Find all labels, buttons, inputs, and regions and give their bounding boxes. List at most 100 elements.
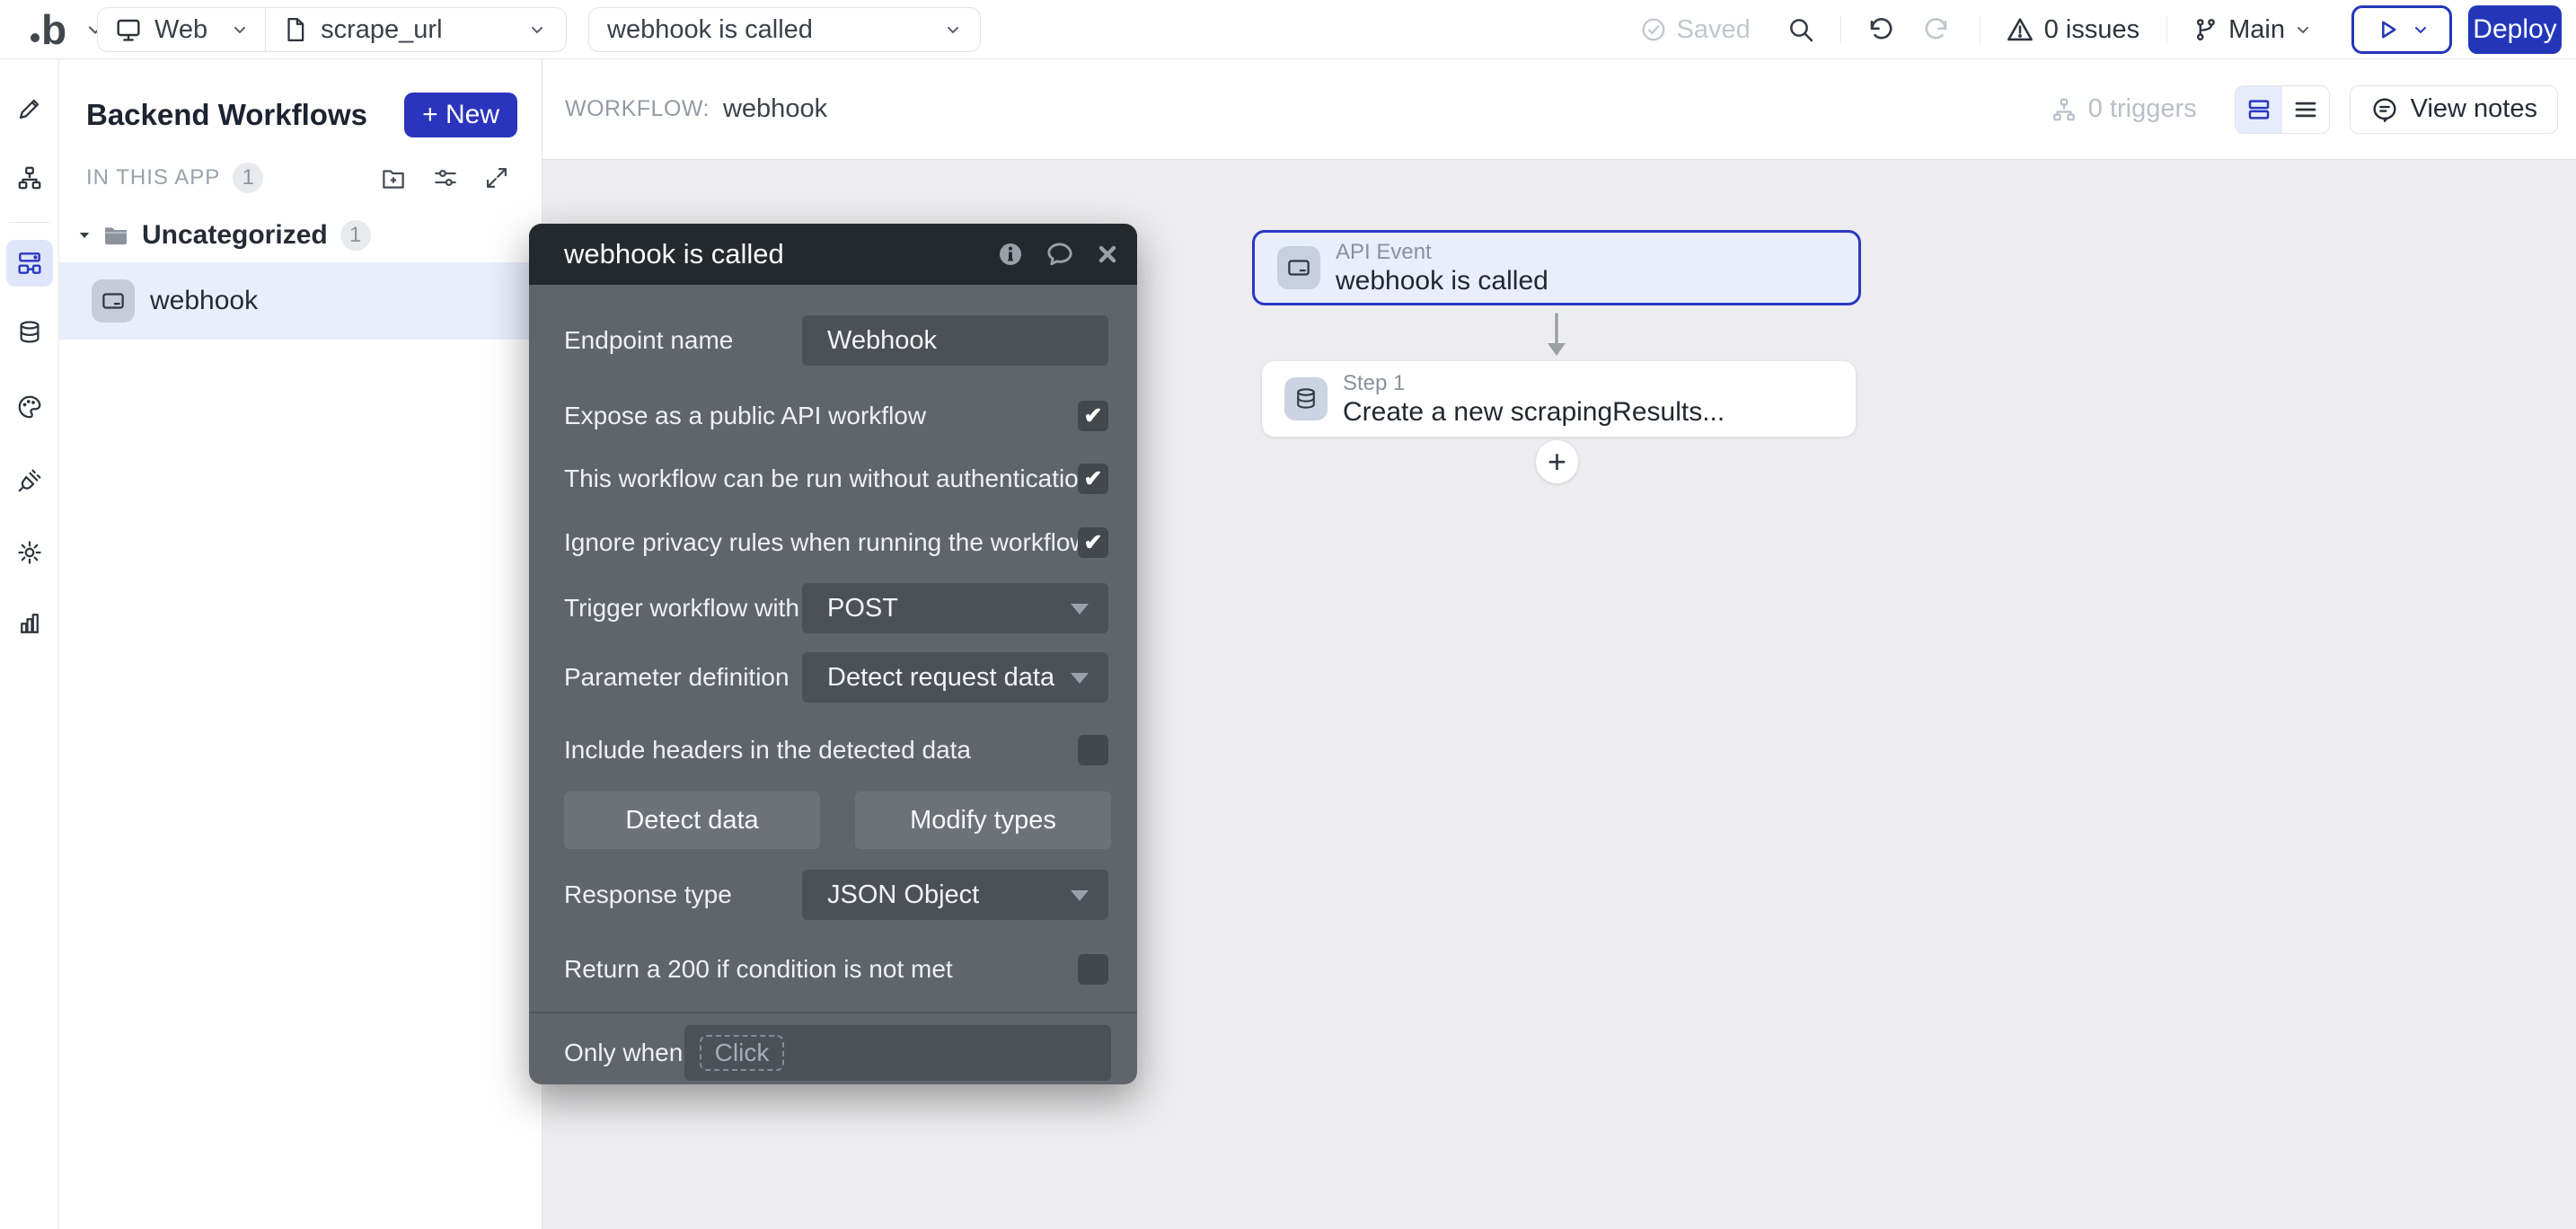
note-bubble-icon [2370,95,2399,124]
include-headers-row: Include headers in the detected data [564,735,1108,765]
response-type-row: Response type JSON Object [564,870,1108,920]
monitor-icon [114,15,143,44]
play-icon [2375,17,2400,42]
plug-icon [16,467,43,494]
issues-indicator[interactable]: 0 issues [2006,15,2139,45]
workflow-label: WORKFLOW: [565,96,710,122]
info-icon[interactable] [997,241,1024,268]
include-headers-checkbox[interactable] [1078,735,1108,765]
node-title: webhook is called [1336,265,1548,296]
no-auth-row: This workflow can be run without authent… [564,464,1108,494]
folder-row-uncategorized[interactable]: Uncategorized 1 [59,214,542,257]
modal-header[interactable]: webhook is called [529,224,1137,285]
chevron-down-icon [528,21,546,39]
save-status-label: Saved [1677,15,1751,45]
view-notes-label: View notes [2411,94,2537,124]
endpoint-name-input[interactable]: Webhook [802,315,1108,366]
panel-title: Backend Workflows [86,98,367,132]
add-step-button[interactable]: + [1536,440,1578,483]
workflow-list-item-webhook[interactable]: webhook [59,262,542,340]
only-when-input[interactable]: Click [684,1025,1111,1081]
view-mode-list[interactable] [2282,86,2329,133]
triggers-sitemap-icon [2051,96,2078,123]
folder-icon [101,221,130,250]
node-kind-label: API Event [1336,239,1548,265]
filter-sliders-icon[interactable] [432,164,459,191]
rail-plugins-tab[interactable] [6,457,53,504]
workflow-item-label: webhook [150,286,258,316]
view-mode-cards[interactable] [2236,86,2282,133]
bubble-logo[interactable]: b [31,9,66,50]
warning-triangle-icon [2006,15,2034,44]
page-file-icon [282,16,309,43]
rail-design-tab[interactable] [6,85,53,132]
database-icon [16,319,43,346]
comment-bubble-icon[interactable] [1045,239,1075,270]
api-event-icon [92,279,135,323]
git-branch-icon [2192,16,2219,43]
rail-settings-tab[interactable] [6,529,53,576]
page-select[interactable]: scrape_url [266,8,566,51]
caret-down-icon[interactable] [76,227,93,243]
issues-count-label: 0 issues [2044,15,2139,45]
backend-workflows-panel: Backend Workflows + New IN THIS APP 1 Un… [59,59,543,1229]
workflow-icon [15,249,44,278]
view-notes-button[interactable]: View notes [2350,85,2558,134]
redo-icon[interactable] [1922,15,1951,44]
gear-icon [16,539,43,566]
workflow-name: webhook [723,94,827,124]
undo-icon[interactable] [1866,15,1895,44]
event-properties-modal: webhook is called Endpoint name Webhook … [529,224,1137,1084]
only-when-placeholder[interactable]: Click [700,1035,784,1071]
bar-chart-icon [16,609,43,636]
chevron-down-icon [231,21,249,39]
add-folder-icon[interactable] [380,164,407,191]
platform-page-select-group: Web scrape_url [97,7,567,52]
rail-logs-tab[interactable] [6,599,53,646]
preview-run-button[interactable] [2351,5,2452,54]
rail-pages-tab[interactable] [6,155,53,201]
ignore-privacy-checkbox[interactable]: ✔ [1078,527,1108,558]
node-title: Create a new scrapingResults... [1343,396,1725,428]
branch-select[interactable]: Main [2192,15,2312,45]
close-icon[interactable] [1096,243,1119,266]
new-workflow-button[interactable]: + New [404,93,517,137]
modify-types-button[interactable]: Modify types [855,791,1111,849]
trigger-method-select[interactable]: POST [802,583,1108,633]
return-200-row: Return a 200 if condition is not met [564,954,1108,985]
response-type-select[interactable]: JSON Object [802,870,1108,920]
platform-select[interactable]: Web [98,8,265,51]
rail-styles-tab[interactable] [6,384,53,430]
search-icon[interactable] [1786,15,1815,44]
left-icon-rail [0,59,59,1229]
database-step-icon [1284,377,1328,420]
workflow-select[interactable]: webhook is called [588,7,981,52]
node-kind-label: Step 1 [1343,370,1725,396]
expand-icon[interactable] [484,165,509,190]
no-auth-checkbox[interactable]: ✔ [1078,464,1108,494]
return-200-checkbox[interactable] [1078,954,1108,985]
workflow-node-api-event[interactable]: API Event webhook is called [1252,230,1861,305]
canvas-header: WORKFLOW: webhook 0 triggers View notes [543,59,2576,160]
expose-api-checkbox[interactable]: ✔ [1078,401,1108,431]
deploy-button[interactable]: Deploy [2468,5,2562,54]
endpoint-name-value: Webhook [827,326,937,356]
chevron-down-icon [2294,21,2312,39]
endpoint-name-row: Endpoint name Webhook [564,315,1108,366]
scope-count-badge: 1 [233,163,263,193]
parameter-definition-select[interactable]: Detect request data [802,652,1108,703]
modal-title: webhook is called [564,238,784,270]
pencil-icon [16,95,43,122]
dropdown-triangle-icon [1071,890,1089,901]
rail-workflows-tab[interactable] [6,240,53,287]
ignore-privacy-row: Ignore privacy rules when running the wo… [564,527,1108,558]
workflow-node-step-1[interactable]: Step 1 Create a new scrapingResults... [1262,361,1856,437]
top-bar: b Web scrape_url webhook is called [0,0,2576,59]
expose-api-row: Expose as a public API workflow ✔ [564,401,1108,431]
chevron-down-icon [2412,21,2430,39]
detect-data-button[interactable]: Detect data [564,791,820,849]
save-status: Saved [1640,15,1751,45]
rail-data-tab[interactable] [6,309,53,356]
chevron-down-icon [944,21,962,39]
connector-arrow-down-icon [1541,313,1572,358]
